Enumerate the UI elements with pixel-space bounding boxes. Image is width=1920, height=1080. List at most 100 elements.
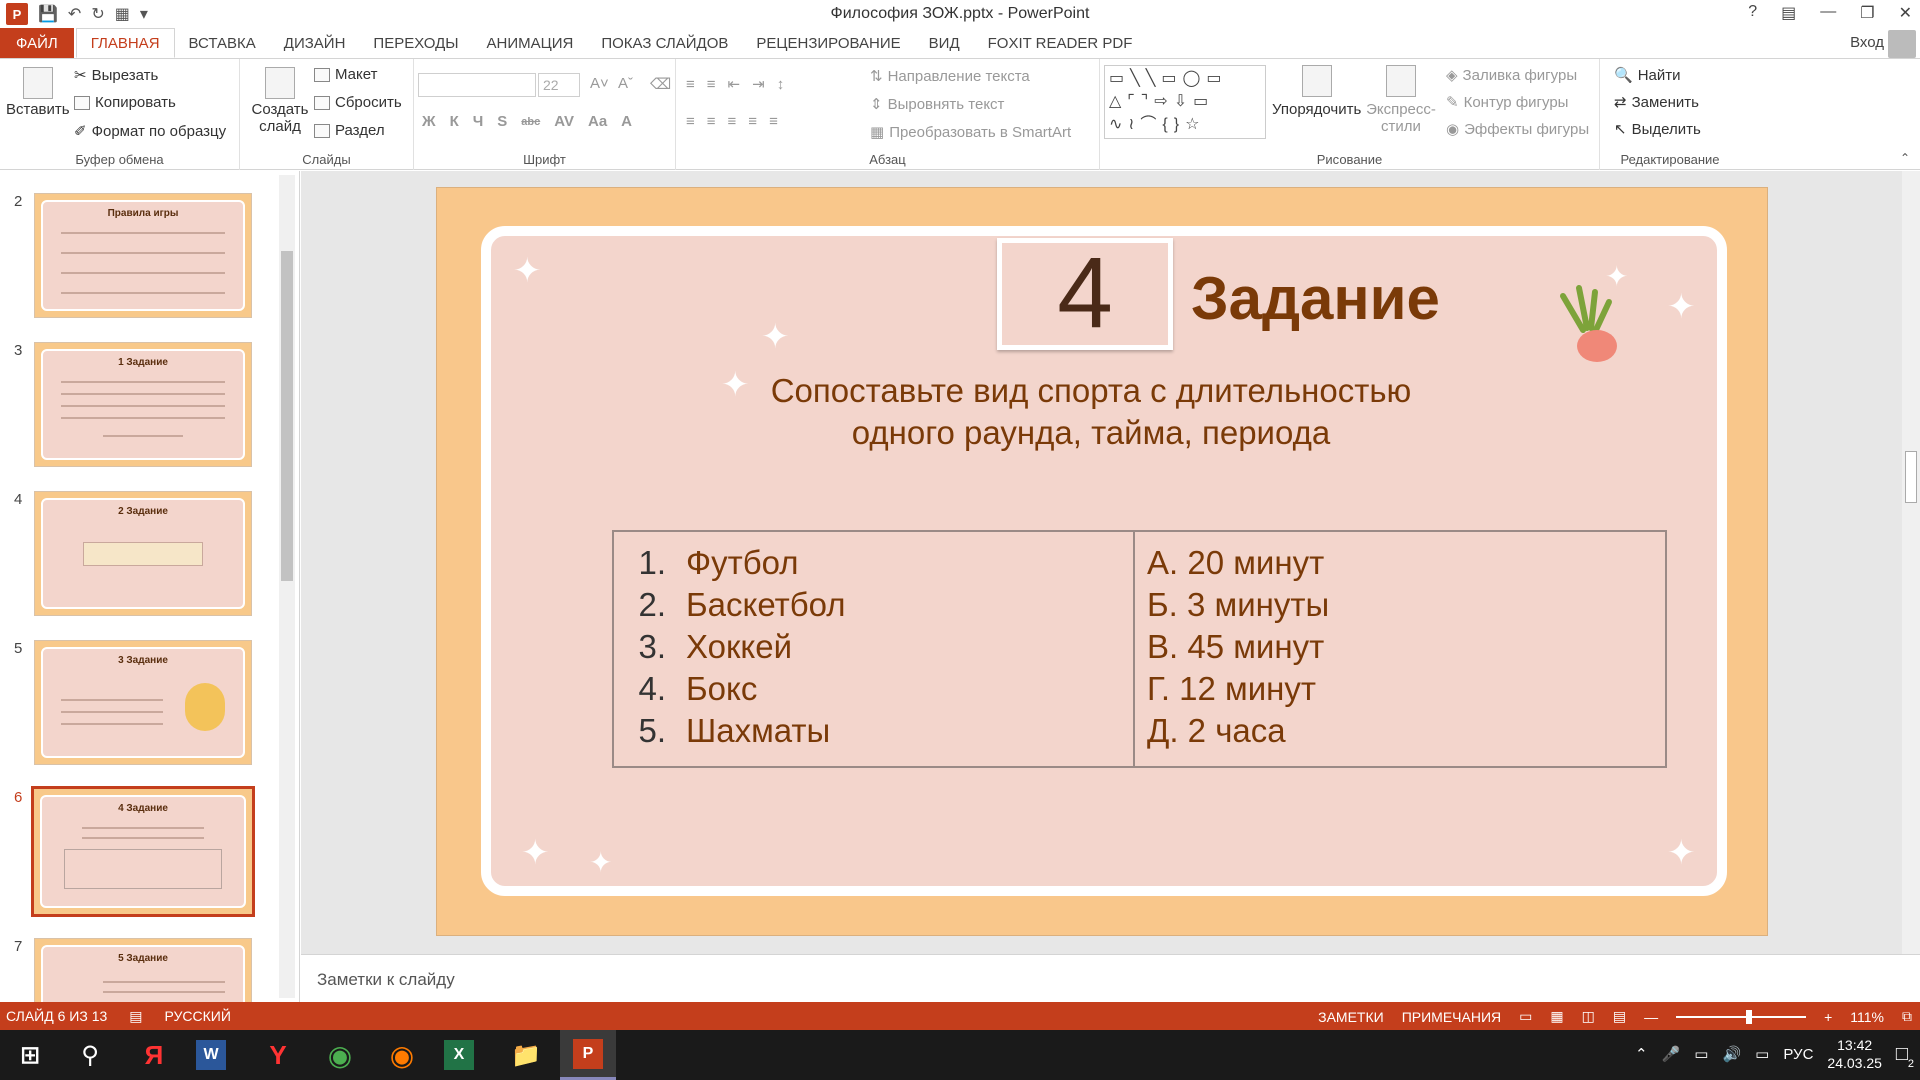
section-button[interactable]: Раздел bbox=[314, 122, 385, 139]
find-button[interactable]: 🔍 Найти bbox=[1614, 66, 1681, 85]
editor-scrollbar[interactable] bbox=[1902, 171, 1920, 954]
notes-pane[interactable]: Заметки к слайду bbox=[301, 954, 1920, 1002]
file-explorer-icon[interactable]: 📁 bbox=[506, 1035, 546, 1075]
comments-toggle[interactable]: ПРИМЕЧАНИЯ bbox=[1402, 1009, 1501, 1025]
align-left-icon[interactable]: ≡ bbox=[686, 113, 695, 130]
tab-review[interactable]: РЕЦЕНЗИРОВАНИЕ bbox=[742, 28, 914, 58]
cut-button[interactable]: ✂ Вырезать bbox=[74, 66, 158, 85]
tab-slideshow[interactable]: ПОКАЗ СЛАЙДОВ bbox=[587, 28, 742, 58]
bullets-icon[interactable]: ≡ bbox=[686, 76, 695, 93]
justify-icon[interactable]: ≡ bbox=[748, 113, 757, 130]
excel-icon[interactable]: X bbox=[444, 1040, 474, 1070]
align-center-icon[interactable]: ≡ bbox=[707, 113, 716, 130]
input-language[interactable]: РУС bbox=[1783, 1046, 1813, 1063]
slide-heading[interactable]: Задание bbox=[1191, 264, 1440, 333]
thumbnail-row[interactable]: 5 3 Задание bbox=[0, 640, 280, 770]
format-painter-button[interactable]: ✐ Формат по образцу bbox=[74, 122, 226, 141]
clock[interactable]: 13:42 24.03.25 bbox=[1827, 1036, 1882, 1072]
shapes-gallery[interactable]: ▭╲╲▭◯▭ △⌜⌝⇨⇩▭ ∿≀⌒{}☆ bbox=[1104, 65, 1266, 139]
replace-button[interactable]: ⇄ Заменить bbox=[1614, 93, 1699, 112]
smartart-button[interactable]: ▦ Преобразовать в SmartArt bbox=[870, 123, 1071, 142]
thumbnail-scrollbar[interactable] bbox=[279, 175, 295, 998]
clear-format-icon[interactable]: ⌫ bbox=[650, 75, 671, 93]
minimize-icon[interactable]: — bbox=[1820, 3, 1836, 23]
thumbnail-row[interactable]: 4 2 Задание bbox=[0, 491, 280, 621]
network-icon[interactable]: ▭ bbox=[1755, 1045, 1769, 1063]
layout-button[interactable]: Макет bbox=[314, 66, 377, 83]
slide-sorter-icon[interactable]: ▦ bbox=[1550, 1008, 1563, 1025]
shape-effects-button[interactable]: ◉ Эффекты фигуры bbox=[1446, 120, 1589, 139]
slide-thumbnail[interactable]: 2 Задание bbox=[34, 491, 252, 616]
word-icon[interactable]: W bbox=[196, 1040, 226, 1070]
slide-thumbnail[interactable]: 3 Задание bbox=[34, 640, 252, 765]
spacing-button[interactable]: AV bbox=[554, 113, 574, 130]
collapse-ribbon-icon[interactable]: ⌃ bbox=[1900, 151, 1910, 165]
chrome-icon[interactable]: ◉ bbox=[320, 1035, 360, 1075]
editor-scrollbar-thumb[interactable] bbox=[1905, 451, 1917, 503]
copy-button[interactable]: Копировать bbox=[74, 94, 176, 111]
align-right-icon[interactable]: ≡ bbox=[728, 113, 737, 130]
slide-thumbnail[interactable]: 1 Задание bbox=[34, 342, 252, 467]
normal-view-icon[interactable]: ▭ bbox=[1519, 1008, 1532, 1025]
shadow-button[interactable]: S bbox=[497, 113, 507, 130]
tab-insert[interactable]: ВСТАВКА bbox=[175, 28, 270, 58]
avatar[interactable] bbox=[1888, 30, 1916, 58]
language-indicator[interactable]: РУССКИЙ bbox=[165, 1008, 231, 1025]
zoom-slider-thumb[interactable] bbox=[1746, 1009, 1753, 1024]
task-number[interactable]: 4 bbox=[997, 238, 1173, 350]
columns-icon[interactable]: ≡ bbox=[769, 113, 778, 130]
slide-thumbnail[interactable]: Правила игры bbox=[34, 193, 252, 318]
tab-foxit[interactable]: FOXIT READER PDF bbox=[974, 28, 1147, 58]
fit-slide-icon[interactable]: ⧉ bbox=[1902, 1008, 1912, 1025]
powerpoint-taskbar-icon[interactable]: P bbox=[560, 1030, 616, 1080]
quick-styles-button[interactable]: Экспресс-стили bbox=[1366, 65, 1436, 135]
slideshow-icon[interactable]: ▤ bbox=[1613, 1008, 1626, 1025]
thumbnail-row-selected[interactable]: 6 4 Задание bbox=[0, 786, 280, 919]
firefox-icon[interactable]: ◉ bbox=[382, 1035, 422, 1075]
volume-icon[interactable]: 🔊 bbox=[1722, 1045, 1741, 1063]
reading-view-icon[interactable]: ◫ bbox=[1582, 1008, 1595, 1025]
underline-button[interactable]: Ч bbox=[473, 113, 484, 130]
font-color-button[interactable]: A bbox=[621, 113, 632, 130]
paste-button[interactable]: Вставить bbox=[6, 67, 70, 118]
help-icon[interactable]: ? bbox=[1748, 3, 1757, 23]
align-text-button[interactable]: ⇕ Выровнять текст bbox=[870, 95, 1004, 114]
scrollbar-thumb[interactable] bbox=[281, 251, 293, 581]
increase-indent-icon[interactable]: ⇥ bbox=[752, 75, 765, 93]
slide-thumbnail-selected[interactable]: 4 Задание bbox=[31, 786, 255, 917]
shrink-font-button[interactable]: Aˇ bbox=[618, 75, 633, 92]
notifications-icon[interactable]: □ 2 bbox=[1896, 1043, 1914, 1070]
arrange-button[interactable]: Упорядочить bbox=[1272, 65, 1361, 118]
shape-fill-button[interactable]: ◈ Заливка фигуры bbox=[1446, 66, 1577, 85]
thumbnail-row[interactable]: 2 Правила игры bbox=[0, 193, 280, 323]
reset-button[interactable]: Сбросить bbox=[314, 94, 402, 111]
tab-animations[interactable]: АНИМАЦИЯ bbox=[473, 28, 588, 58]
tab-design[interactable]: ДИЗАЙН bbox=[270, 28, 360, 58]
numbering-icon[interactable]: ≡ bbox=[707, 76, 716, 93]
yandex-browser-icon[interactable]: Y bbox=[258, 1035, 298, 1075]
tab-home[interactable]: ГЛАВНАЯ bbox=[75, 28, 175, 58]
bold-button[interactable]: Ж bbox=[422, 113, 436, 130]
microphone-icon[interactable]: 🎤 bbox=[1662, 1045, 1681, 1063]
search-icon[interactable]: ⚲ bbox=[70, 1035, 110, 1075]
font-size-field[interactable]: 22 bbox=[538, 73, 580, 97]
thumbnail-row[interactable]: 3 1 Задание bbox=[0, 342, 280, 472]
matching-table[interactable]: 1. Футбол 2. Баскетбол 3. Хоккей 4. Бокс 5. Ш… bbox=[612, 530, 1667, 768]
shape-outline-button[interactable]: ✎ Контур фигуры bbox=[1446, 93, 1568, 112]
restore-icon[interactable]: ❐ bbox=[1860, 3, 1874, 23]
italic-button[interactable]: К bbox=[450, 113, 459, 130]
close-icon[interactable]: ✕ bbox=[1899, 3, 1912, 23]
new-slide-button[interactable]: Создать слайд bbox=[250, 67, 310, 135]
task-question[interactable]: Сопоставьте вид спорта с длительностью о… bbox=[721, 370, 1461, 454]
zoom-in-icon[interactable]: + bbox=[1824, 1009, 1832, 1025]
line-spacing-icon[interactable]: ↕ bbox=[777, 76, 785, 93]
battery-icon[interactable]: ▭ bbox=[1694, 1045, 1708, 1063]
spellcheck-icon[interactable]: ▤ bbox=[129, 1008, 142, 1025]
decrease-indent-icon[interactable]: ⇤ bbox=[728, 75, 741, 93]
tab-view[interactable]: ВИД bbox=[915, 28, 974, 58]
strikethrough-button[interactable]: abc bbox=[521, 116, 540, 128]
tab-file[interactable]: ФАЙЛ bbox=[0, 28, 74, 58]
case-button[interactable]: Aa bbox=[588, 113, 607, 130]
signin-link[interactable]: Вход bbox=[1850, 34, 1884, 51]
windows-start-icon[interactable]: ⊞ bbox=[10, 1035, 50, 1075]
